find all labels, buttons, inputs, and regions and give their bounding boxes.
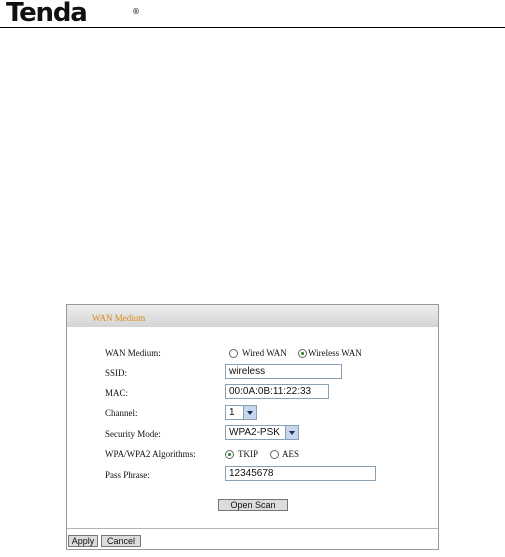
chevron-down-icon[interactable] <box>243 406 256 419</box>
aes-radio[interactable] <box>270 450 279 459</box>
wan-medium-panel: WAN Medium WAN Medium: Wired WAN Wireles… <box>66 304 439 550</box>
chevron-down-icon[interactable] <box>285 426 298 439</box>
open-scan-button[interactable]: Open Scan <box>218 499 288 511</box>
panel-title-bar: WAN Medium <box>67 305 438 327</box>
wan-medium-label: WAN Medium: <box>105 348 161 358</box>
header-divider <box>0 27 505 28</box>
mac-label: MAC: <box>105 388 129 398</box>
pass-phrase-label: Pass Phrase: <box>105 470 150 480</box>
cancel-button[interactable]: Cancel <box>101 535 141 547</box>
tenda-logo: Tenda <box>6 0 88 28</box>
algorithms-label: WPA/WPA2 Algorithms: <box>105 449 196 459</box>
apply-button[interactable]: Apply <box>68 535 98 547</box>
channel-label: Channel: <box>105 408 138 418</box>
aes-label[interactable]: AES <box>282 449 299 459</box>
tkip-label[interactable]: TKIP <box>238 449 258 459</box>
channel-select[interactable]: 1 <box>225 405 257 420</box>
wireless-wan-label[interactable]: Wireless WAN <box>308 348 362 358</box>
registered-mark: ® <box>132 7 140 16</box>
ssid-label: SSID: <box>105 368 128 378</box>
wired-wan-radio[interactable] <box>229 349 238 358</box>
ssid-input[interactable]: wireless <box>225 364 342 379</box>
panel-divider <box>67 528 438 529</box>
wired-wan-label[interactable]: Wired WAN <box>242 348 287 358</box>
channel-value: 1 <box>229 407 235 418</box>
wireless-wan-radio[interactable] <box>298 349 307 358</box>
security-mode-select[interactable]: WPA2-PSK <box>225 425 299 440</box>
security-mode-label: Security Mode: <box>105 429 161 439</box>
panel-title: WAN Medium <box>92 313 146 323</box>
mac-input[interactable]: 00:0A:0B:11:22:33 <box>225 384 329 399</box>
pass-phrase-input[interactable]: 12345678 <box>225 466 376 481</box>
tkip-radio[interactable] <box>225 450 234 459</box>
security-mode-value: WPA2-PSK <box>229 427 280 438</box>
